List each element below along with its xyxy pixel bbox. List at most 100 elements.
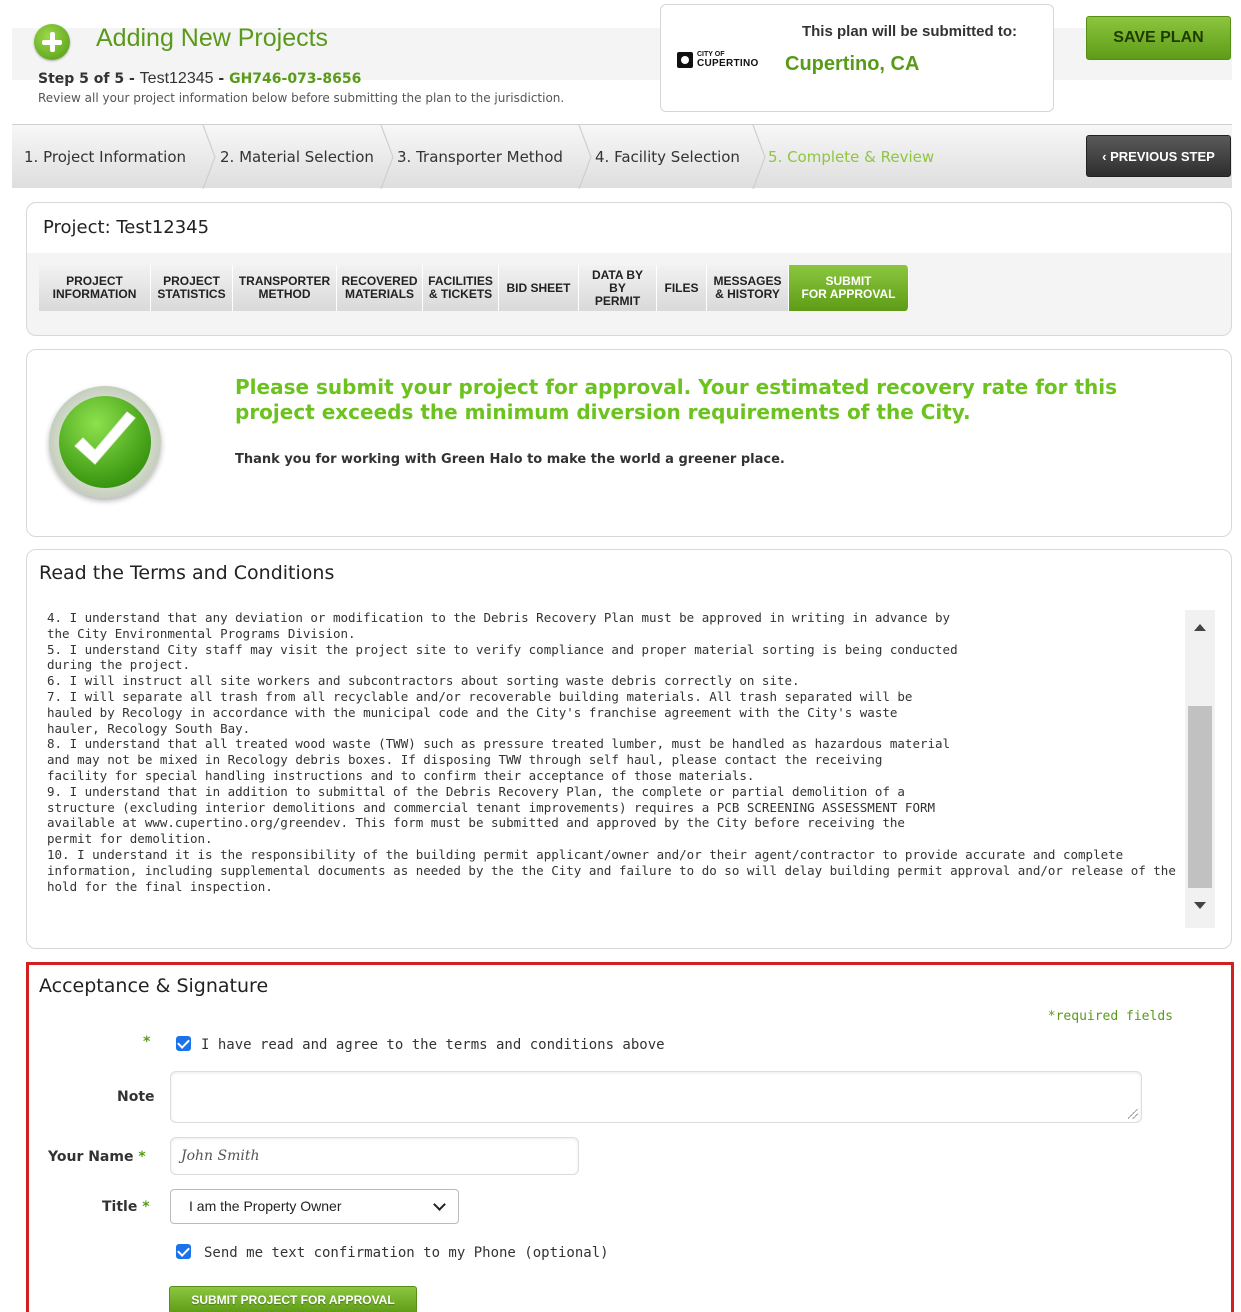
step-separator: -	[213, 71, 230, 87]
terms-line: 10. I understand it is the responsibilit…	[47, 846, 1124, 862]
tab-data-by-permit[interactable]: DATA BY BY PERMIT	[579, 265, 657, 311]
tab-label: RECOVERED	[341, 274, 418, 288]
terms-line: hauler, Recology South Bay.	[47, 720, 251, 736]
tab-label: & TICKETS	[428, 287, 493, 301]
approval-message-panel: Please submit your project for approval.…	[26, 349, 1232, 537]
agree-terms-label: I have read and agree to the terms and c…	[201, 1037, 665, 1053]
thank-you-text: Thank you for working with Green Halo to…	[235, 452, 785, 467]
note-textarea[interactable]	[170, 1071, 1142, 1123]
tab-submit-for-approval[interactable]: SUBMIT FOR APPROVAL	[789, 265, 909, 311]
scroll-down-arrow-icon[interactable]	[1194, 902, 1206, 909]
step-chevron	[752, 125, 766, 189]
terms-line: 7. I will separate all trash from all re…	[47, 688, 913, 704]
step-chevron	[202, 125, 216, 189]
resize-grip-icon[interactable]	[1128, 1109, 1138, 1119]
step-chevron	[380, 125, 394, 189]
project-title: Project: Test12345	[43, 217, 210, 238]
step-transporter-method[interactable]: 3. Transporter Method	[397, 125, 563, 189]
tab-label: INFORMATION	[52, 287, 137, 301]
title-label: Title *	[102, 1199, 150, 1215]
required-marker: *	[138, 1149, 146, 1165]
step-chevron	[578, 125, 592, 189]
terms-line: 5. I understand City staff may visit the…	[47, 641, 958, 657]
project-tabs: PROJECT INFORMATION PROJECT STATISTICS TRA…	[39, 265, 909, 311]
tab-bid-sheet[interactable]: BID SHEET	[499, 265, 579, 311]
tab-label: TRANSPORTER	[238, 274, 331, 288]
required-fields-note: *required fields	[1047, 1009, 1173, 1024]
terms-text-area[interactable]: 4. I understand that any deviation or mo…	[47, 610, 1177, 922]
title-select[interactable]: I am the Property Owner	[170, 1189, 459, 1224]
submit-project-button[interactable]: SUBMIT PROJECT FOR APPROVAL	[169, 1286, 417, 1312]
terms-line: hauled by Recology in accordance with th…	[47, 704, 898, 720]
tab-label: BY PERMIT	[594, 280, 641, 308]
agree-terms-checkbox[interactable]	[176, 1036, 191, 1051]
chevron-down-icon	[433, 1198, 446, 1211]
checkmark-icon	[49, 386, 161, 498]
step-material-selection[interactable]: 2. Material Selection	[220, 125, 374, 189]
check-glyph	[74, 411, 136, 465]
tab-label: FOR APPROVAL	[801, 287, 896, 301]
title-label-text: Title	[102, 1199, 138, 1215]
tab-label: SUBMIT	[825, 274, 872, 288]
title-select-value: I am the Property Owner	[189, 1198, 342, 1214]
step-complete-review[interactable]: 5. Complete & Review	[768, 125, 934, 189]
plus-circle-icon	[34, 24, 70, 60]
terms-line: information, including supplemental docu…	[47, 862, 1176, 878]
tab-transporter-method[interactable]: TRANSPORTER METHOD	[233, 265, 337, 311]
project-panel: Project: Test12345 PROJECT INFORMATION PR…	[26, 202, 1232, 336]
tab-recovered-materials[interactable]: RECOVERED MATERIALS	[337, 265, 423, 311]
terms-line: 6. I will instruct all site workers and …	[47, 673, 800, 689]
project-panel-header: Project: Test12345	[27, 203, 1231, 253]
terms-line: facility for special handling instructio…	[47, 767, 755, 783]
tab-label: MESSAGES	[713, 274, 782, 288]
submit-to-label: This plan will be submitted to:	[801, 23, 1017, 40]
tab-label: FACILITIES	[428, 274, 493, 288]
tab-label: PROJECT	[66, 274, 123, 288]
tab-label: STATISTICS	[157, 287, 226, 301]
step-facility-selection[interactable]: 4. Facility Selection	[595, 125, 740, 189]
step-indicator: Step 5 of 5 - Test12345 - GH746-073-8656	[38, 70, 361, 88]
city-logo: CITY OF CUPERTINO	[677, 51, 769, 71]
step-prefix: Step 5 of 5 -	[38, 71, 140, 87]
tab-facilities-tickets[interactable]: FACILITIES & TICKETS	[423, 265, 499, 311]
scrollbar-thumb[interactable]	[1188, 706, 1212, 888]
city-seal-icon	[677, 52, 693, 68]
tab-messages-history[interactable]: MESSAGES & HISTORY	[707, 265, 789, 311]
text-confirmation-checkbox[interactable]	[176, 1244, 191, 1259]
terms-line: during the project.	[47, 657, 190, 673]
terms-line: and may not be mixed in Recology debris …	[47, 752, 883, 768]
approval-headline: Please submit your project for approval.…	[235, 375, 1118, 424]
acceptance-title: Acceptance & Signature	[39, 975, 269, 997]
jurisdiction-name: Cupertino, CA	[785, 53, 920, 75]
step-project-information[interactable]: 1. Project Information	[24, 125, 186, 189]
text-confirmation-label: Send me text confirmation to my Phone (o…	[204, 1245, 609, 1261]
tab-label: METHOD	[258, 287, 311, 301]
tab-label: DATA BY	[591, 267, 644, 282]
acceptance-signature-panel: Acceptance & Signature *required fields …	[26, 962, 1234, 1312]
scroll-up-arrow-icon[interactable]	[1194, 624, 1206, 631]
tab-project-information[interactable]: PROJECT INFORMATION	[39, 265, 151, 311]
review-instruction: Review all your project information belo…	[38, 91, 565, 105]
terms-line: the City Environmental Programs Division…	[47, 625, 356, 641]
required-marker: *	[143, 1034, 151, 1050]
tab-label: BID SHEET	[506, 280, 571, 295]
terms-line: permit for demolition.	[47, 831, 213, 847]
your-name-input[interactable]: John Smith	[170, 1137, 579, 1175]
your-name-label-text: Your Name	[48, 1149, 134, 1165]
logo-city-of: CITY OF	[697, 51, 725, 58]
terms-line: available at www.cupertino.org/greendev.…	[47, 815, 905, 831]
project-id: GH746-073-8656	[229, 71, 362, 87]
save-plan-button[interactable]: SAVE PLAN	[1086, 16, 1231, 60]
tab-project-statistics[interactable]: PROJECT STATISTICS	[151, 265, 233, 311]
page-title: Adding New Projects	[96, 24, 329, 52]
terms-line: 9. I understand that in addition to subm…	[47, 783, 905, 799]
terms-panel: Read the Terms and Conditions 4. I under…	[26, 549, 1232, 949]
tab-files[interactable]: FILES	[657, 265, 707, 311]
step-project-name: Test12345	[139, 70, 214, 87]
previous-step-button[interactable]: ‹ PREVIOUS STEP	[1086, 135, 1231, 177]
terms-scrollbar[interactable]	[1185, 610, 1215, 928]
tab-label: MATERIALS	[344, 287, 415, 301]
terms-title: Read the Terms and Conditions	[39, 562, 335, 584]
terms-line: 4. I understand that any deviation or mo…	[47, 610, 951, 625]
required-marker: *	[142, 1199, 150, 1215]
